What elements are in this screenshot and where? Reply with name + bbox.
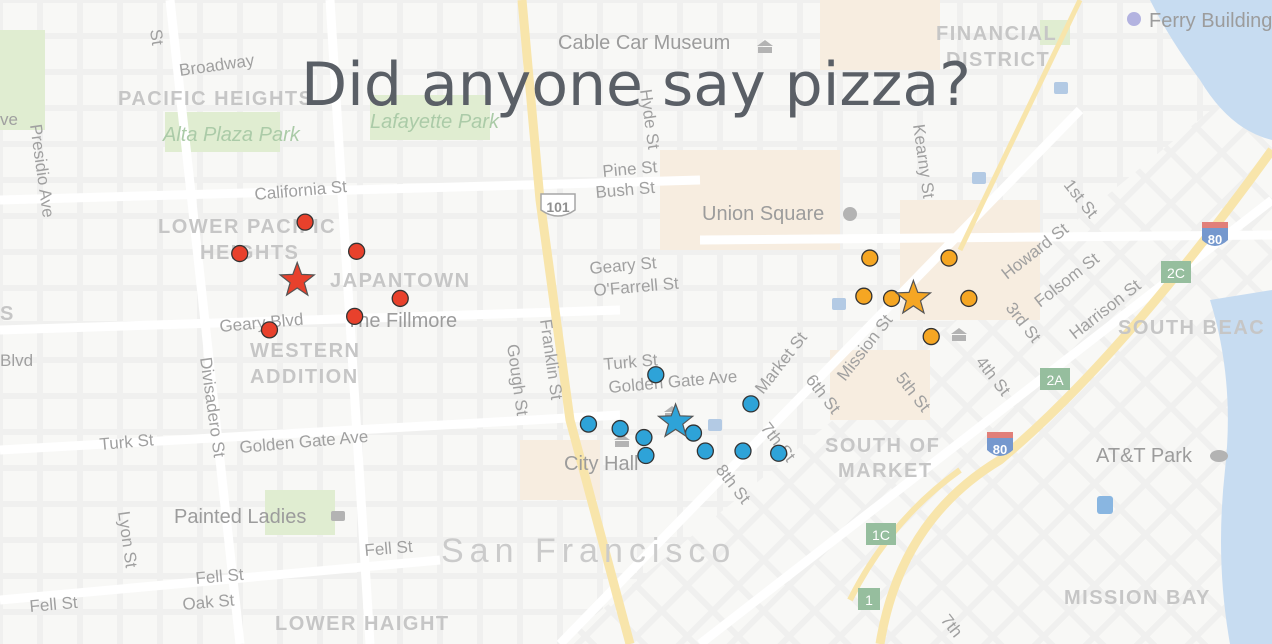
red-pizza-point-1 — [296, 213, 314, 231]
orange-pizza-point-3 — [855, 287, 873, 305]
orange-pizza-point-1 — [861, 249, 879, 267]
orange-pizza-point-2 — [940, 249, 958, 267]
red-pizza-point-4 — [391, 289, 409, 308]
blue-pizza-point-8 — [742, 395, 760, 413]
blue-pizza-point-6 — [696, 442, 714, 460]
blue-pizza-point-9 — [734, 442, 752, 460]
red-pizza-point-3 — [347, 242, 366, 260]
blue-pizza-point-1 — [647, 366, 665, 384]
map-view[interactable]: Ferry Building Cable Car Museum FINANCIA… — [0, 0, 1272, 644]
blue-pizza-point-10 — [770, 444, 788, 462]
red-pizza-point-2 — [231, 244, 249, 263]
page-title: Did anyone say pizza? — [300, 50, 972, 120]
red-pizza-point-5 — [346, 307, 364, 326]
blue-pizza-point-7 — [637, 446, 655, 465]
blue-pizza-point-2 — [579, 415, 598, 433]
blue-pizza-point-3 — [611, 419, 629, 438]
blue-pizza-point-5 — [684, 424, 703, 442]
red-pizza-point-6 — [260, 321, 279, 339]
orange-pizza-point-6 — [922, 327, 940, 346]
blue-pizza-point-4 — [635, 428, 653, 447]
orange-pizza-point-5 — [960, 289, 978, 308]
